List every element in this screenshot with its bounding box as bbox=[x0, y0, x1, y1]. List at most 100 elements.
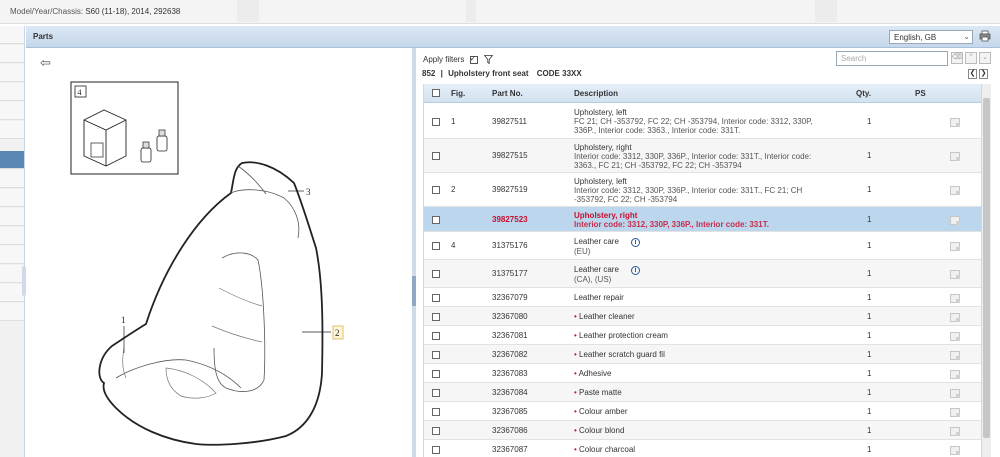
row-part-number[interactable]: 32367079 bbox=[492, 293, 528, 302]
row-checkbox[interactable] bbox=[432, 408, 440, 416]
ps-note-icon[interactable] bbox=[950, 118, 960, 127]
row-checkbox[interactable] bbox=[432, 313, 440, 321]
row-part-number[interactable]: 32367081 bbox=[492, 331, 528, 340]
row-checkbox[interactable] bbox=[432, 242, 440, 250]
row-part-number[interactable]: 39827511 bbox=[492, 117, 527, 126]
table-row[interactable]: 2 39827519 Upholstery, left Interior code: … bbox=[424, 173, 981, 207]
row-part-number[interactable]: 39827523 bbox=[492, 215, 528, 224]
clear-search-button[interactable]: ⌫ bbox=[951, 52, 963, 64]
col-ps: PS bbox=[915, 89, 926, 98]
nav-item[interactable] bbox=[0, 265, 24, 283]
ps-note-icon[interactable] bbox=[950, 216, 960, 225]
row-part-number[interactable]: 39827519 bbox=[492, 185, 528, 194]
table-row[interactable]: 32367087 • Colour charcoal 1 bbox=[424, 440, 981, 457]
nav-item[interactable] bbox=[0, 45, 24, 63]
row-part-number[interactable]: 32367082 bbox=[492, 350, 528, 359]
table-row[interactable]: 4 31375176 Leather care i (EU) 1 bbox=[424, 232, 981, 260]
nav-item[interactable] bbox=[0, 227, 24, 245]
row-checkbox[interactable] bbox=[432, 270, 440, 278]
table-row[interactable]: 31375177 Leather care i (CA), (US) 1 bbox=[424, 260, 981, 288]
row-part-number[interactable]: 31375176 bbox=[492, 241, 528, 250]
table-row[interactable]: 32367083 • Adhesive 1 bbox=[424, 364, 981, 383]
ps-note-icon[interactable] bbox=[950, 427, 960, 436]
nav-item[interactable] bbox=[0, 303, 24, 321]
ps-note-icon[interactable] bbox=[950, 332, 960, 341]
language-select[interactable]: English, GB ⌄ bbox=[889, 30, 973, 44]
table-row[interactable]: 39827515 Upholstery, right Interior code: … bbox=[424, 139, 981, 173]
printer-icon[interactable] bbox=[979, 30, 991, 42]
row-part-number[interactable]: 32367087 bbox=[492, 445, 528, 454]
ps-note-icon[interactable] bbox=[950, 186, 960, 195]
table-row[interactable]: 32367081 • Leather protection cream 1 bbox=[424, 326, 981, 345]
row-checkbox[interactable] bbox=[432, 186, 440, 194]
nav-item[interactable] bbox=[0, 83, 24, 101]
info-icon[interactable]: i bbox=[630, 238, 640, 247]
apply-filters[interactable]: Apply filters bbox=[423, 54, 494, 65]
ps-note-icon[interactable] bbox=[950, 446, 960, 455]
table-scrollbar[interactable] bbox=[981, 84, 991, 457]
select-all-checkbox[interactable] bbox=[432, 89, 440, 97]
row-checkbox[interactable] bbox=[432, 118, 440, 126]
nav-item[interactable] bbox=[0, 102, 24, 120]
row-part-number[interactable]: 32367083 bbox=[492, 369, 528, 378]
table-row[interactable]: 32367079 Leather repair 1 bbox=[424, 288, 981, 307]
ps-note-icon[interactable] bbox=[950, 294, 960, 303]
search-down-button[interactable]: ⌄ bbox=[979, 52, 991, 64]
table-row[interactable]: 39827523 Upholstery, right Interior code: … bbox=[424, 207, 981, 232]
search-up-button[interactable]: ⌃ bbox=[965, 52, 977, 64]
row-title-text: Colour charcoal bbox=[579, 445, 636, 454]
nav-item[interactable] bbox=[0, 284, 24, 302]
ps-note-icon[interactable] bbox=[950, 270, 960, 279]
seat-illustration[interactable]: 4 1 2 3 bbox=[26, 48, 412, 457]
next-page-button[interactable]: ❯ bbox=[979, 69, 988, 79]
row-checkbox[interactable] bbox=[432, 216, 440, 224]
row-part-number[interactable]: 31375177 bbox=[492, 269, 528, 278]
row-part-number[interactable]: 32367084 bbox=[492, 388, 528, 397]
scrollbar-thumb[interactable] bbox=[983, 98, 990, 438]
nav-item[interactable] bbox=[0, 64, 24, 82]
section-separator: | bbox=[440, 69, 443, 78]
filter-icon[interactable] bbox=[483, 55, 494, 65]
info-icon[interactable]: i bbox=[630, 266, 640, 275]
left-nav bbox=[0, 26, 26, 457]
nav-item[interactable] bbox=[0, 208, 24, 226]
row-checkbox[interactable] bbox=[432, 370, 440, 378]
table-row[interactable]: 32367082 • Leather scratch guard fil 1 bbox=[424, 345, 981, 364]
ps-note-icon[interactable] bbox=[950, 389, 960, 398]
row-description-title: Upholstery, left bbox=[574, 108, 814, 117]
ps-note-icon[interactable] bbox=[950, 351, 960, 360]
table-row[interactable]: 32367084 • Paste matte 1 bbox=[424, 383, 981, 402]
row-part-number[interactable]: 39827515 bbox=[492, 151, 528, 160]
row-checkbox[interactable] bbox=[432, 389, 440, 397]
prev-page-button[interactable]: ❮ bbox=[968, 69, 977, 79]
row-checkbox[interactable] bbox=[432, 332, 440, 340]
nav-item[interactable] bbox=[0, 26, 24, 44]
row-checkbox[interactable] bbox=[432, 351, 440, 359]
row-checkbox[interactable] bbox=[432, 427, 440, 435]
search-input[interactable] bbox=[836, 51, 948, 66]
table-row[interactable]: 32367086 • Colour blond 1 bbox=[424, 421, 981, 440]
row-part-number[interactable]: 32367085 bbox=[492, 407, 528, 416]
row-part-number[interactable]: 32367080 bbox=[492, 312, 528, 321]
apply-filters-checkbox[interactable] bbox=[469, 54, 478, 64]
row-checkbox[interactable] bbox=[432, 152, 440, 160]
table-row[interactable]: 1 39827511 Upholstery, left FC 21; CH -3537… bbox=[424, 104, 981, 139]
ps-note-icon[interactable] bbox=[950, 313, 960, 322]
row-checkbox[interactable] bbox=[432, 294, 440, 302]
row-description-detail: (EU) bbox=[574, 247, 591, 256]
ps-note-icon[interactable] bbox=[950, 408, 960, 417]
ps-note-icon[interactable] bbox=[950, 370, 960, 379]
table-row[interactable]: 32367080 • Leather cleaner 1 bbox=[424, 307, 981, 326]
nav-item[interactable] bbox=[0, 170, 24, 188]
parts-title: Parts bbox=[33, 32, 54, 41]
nav-item[interactable] bbox=[0, 246, 24, 264]
nav-item-active[interactable] bbox=[0, 151, 24, 169]
row-checkbox[interactable] bbox=[432, 446, 440, 454]
row-title-text: Leather scratch guard fil bbox=[579, 350, 665, 359]
nav-item[interactable] bbox=[0, 121, 24, 139]
table-row[interactable]: 32367085 • Colour amber 1 bbox=[424, 402, 981, 421]
nav-item[interactable] bbox=[0, 189, 24, 207]
row-part-number[interactable]: 32367086 bbox=[492, 426, 528, 435]
ps-note-icon[interactable] bbox=[950, 152, 960, 161]
ps-note-icon[interactable] bbox=[950, 242, 960, 251]
